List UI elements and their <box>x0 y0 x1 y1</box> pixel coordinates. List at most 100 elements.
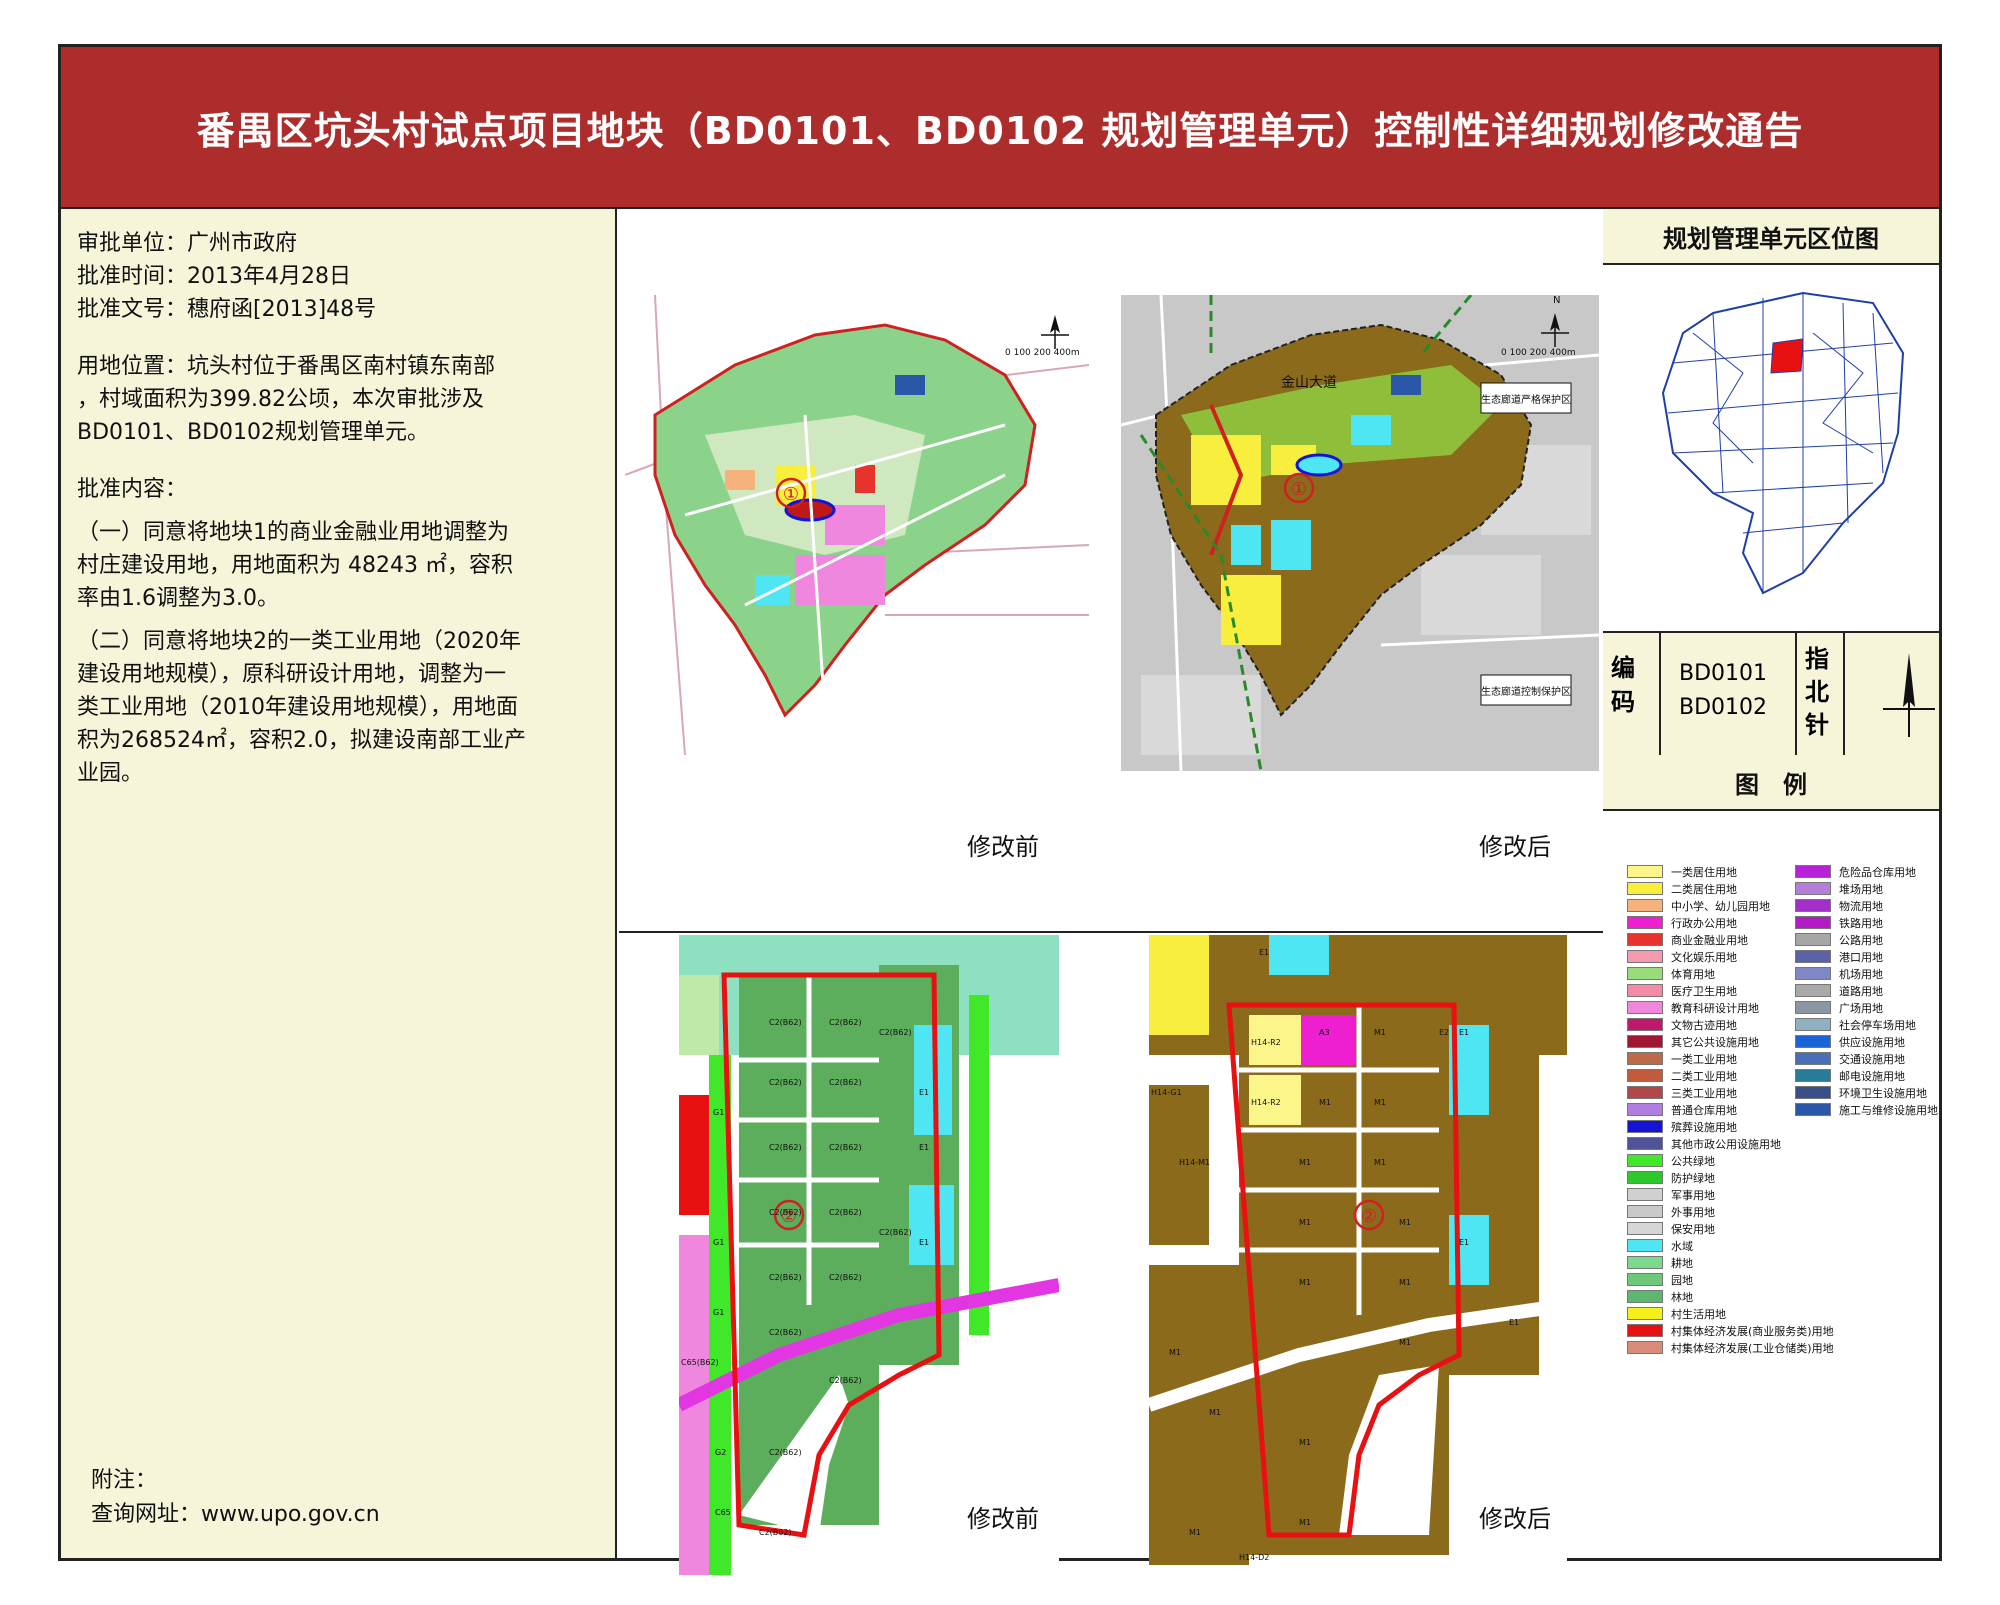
legend-label: 林地 <box>1671 1290 1693 1304</box>
legend-label: 二类工业用地 <box>1671 1069 1737 1083</box>
land-code: C2(B62) <box>829 1143 862 1152</box>
legend-label: 体育用地 <box>1671 967 1715 981</box>
land-code: H14-R2 <box>1251 1038 1281 1047</box>
zone-label-control: 生态廊道控制保护区 <box>1481 685 1571 698</box>
legend-label: 文物古迹用地 <box>1671 1018 1737 1032</box>
land-code: C2(B62) <box>879 1028 912 1037</box>
legend-item: 道路用地 <box>1795 983 1883 998</box>
legend-item: 外事用地 <box>1627 1204 1715 1219</box>
land-code: C2(B62) <box>829 1208 862 1217</box>
legend-swatch <box>1795 933 1831 946</box>
legend-item: 商业金融业用地 <box>1627 932 1748 947</box>
item2-line: 业园。 <box>77 761 144 786</box>
legend-item: 一类居住用地 <box>1627 864 1737 879</box>
legend-label: 商业金融业用地 <box>1671 933 1748 947</box>
legend-label: 村生活用地 <box>1671 1307 1726 1321</box>
legend-item: 公路用地 <box>1795 932 1883 947</box>
legend-swatch <box>1627 1222 1663 1235</box>
legend-item: 港口用地 <box>1795 949 1883 964</box>
legend-swatch <box>1627 1154 1663 1167</box>
land-code: M1 <box>1319 1098 1331 1107</box>
legend-label: 水域 <box>1671 1239 1693 1253</box>
land-code: C2(B62) <box>769 1143 802 1152</box>
land-code: C2(B62) <box>769 1448 802 1457</box>
legend-label: 广场用地 <box>1839 1001 1883 1015</box>
legend-label: 保安用地 <box>1671 1222 1715 1236</box>
legend-item: 二类工业用地 <box>1627 1068 1737 1083</box>
legend-swatch <box>1627 1069 1663 1082</box>
legend-item: 交通设施用地 <box>1795 1051 1905 1066</box>
caption-after-bottom: 修改后 <box>1479 1505 1551 1533</box>
caption-before-bottom: 修改前 <box>967 1505 1039 1533</box>
land-code: M1 <box>1299 1218 1311 1227</box>
legend-label: 堆场用地 <box>1839 882 1883 896</box>
legend-swatch <box>1795 984 1831 997</box>
land-code: A3 <box>1319 1028 1330 1037</box>
unit-highlight <box>1770 338 1804 374</box>
legend-swatch <box>1627 984 1663 997</box>
legend-swatch <box>1627 1137 1663 1150</box>
legend-item: 防护绿地 <box>1627 1170 1715 1185</box>
legend-swatch <box>1627 1052 1663 1065</box>
legend-swatch <box>1627 1324 1663 1337</box>
plot2-map-before: ② C2(B62) C2(B62) C2(B62) C2(B62) C2(B62… <box>679 935 1059 1575</box>
land-code: C65(B62) <box>681 1358 719 1367</box>
legend-item: 邮电设施用地 <box>1795 1068 1905 1083</box>
document-number: 批准文号：穗府函[2013]48号 <box>77 297 377 322</box>
legend-item: 医疗卫生用地 <box>1627 983 1737 998</box>
overview-map-after: 金山大道 生态廊道严格保护区 生态廊道控制保护区 ① N 0 100 200 4… <box>1121 295 1599 771</box>
scale-label: 0 100 200 400m <box>1501 348 1576 358</box>
location-map-title: 规划管理单元区位图 <box>1603 209 1939 265</box>
legend-label: 邮电设施用地 <box>1839 1069 1905 1083</box>
land-code: C2(B62) <box>829 1018 862 1027</box>
legend-item: 其他市政公用设施用地 <box>1627 1136 1781 1151</box>
legend-swatch <box>1627 1086 1663 1099</box>
code-label: 编码 <box>1611 654 1635 716</box>
legend-label: 铁路用地 <box>1839 916 1883 930</box>
legend-label: 道路用地 <box>1839 984 1883 998</box>
legend-swatch <box>1795 1035 1831 1048</box>
legend-label: 机场用地 <box>1839 967 1883 981</box>
legend-label: 港口用地 <box>1839 950 1883 964</box>
legend-label: 教育科研设计用地 <box>1671 1001 1759 1015</box>
land-code: H14-G1 <box>1151 1088 1182 1097</box>
legend-label: 社会停车场用地 <box>1839 1018 1916 1032</box>
legend-label: 文化娱乐用地 <box>1671 950 1737 964</box>
legend-item: 广场用地 <box>1795 1000 1883 1015</box>
legend-label: 殡葬设施用地 <box>1671 1120 1737 1134</box>
legend-title: 图 例 <box>1603 755 1939 811</box>
legend-swatch <box>1795 950 1831 963</box>
overview-map-before: ① 0 100 200 400m <box>625 295 1089 755</box>
legend-label: 交通设施用地 <box>1839 1052 1905 1066</box>
legend-item: 文化娱乐用地 <box>1627 949 1737 964</box>
note-url: 查询网址：www.upo.gov.cn <box>91 1502 380 1527</box>
legend-item: 社会停车场用地 <box>1795 1017 1916 1032</box>
land-code: E2 <box>1439 1028 1449 1037</box>
legend-item: 村集体经济发展(商业服务类)用地 <box>1627 1323 1834 1338</box>
legend-label: 园地 <box>1671 1273 1693 1287</box>
land-code: M1 <box>1399 1278 1411 1287</box>
legend-label: 供应设施用地 <box>1839 1035 1905 1049</box>
land-code: M1 <box>1189 1528 1201 1537</box>
legend-label: 三类工业用地 <box>1671 1086 1737 1100</box>
land-code: E1 <box>1259 948 1269 957</box>
land-code: C2(B62) <box>769 1328 802 1337</box>
legend-label: 其它公共设施用地 <box>1671 1035 1759 1049</box>
land-code: H14-R2 <box>1251 1098 1281 1107</box>
item1-line: 村庄建设用地，用地面积为 48243 ㎡，容积 <box>77 553 513 578</box>
land-code: C2(B62) <box>829 1078 862 1087</box>
caption-before-top: 修改前 <box>967 833 1039 861</box>
legend-item: 一类工业用地 <box>1627 1051 1737 1066</box>
legend-item: 林地 <box>1627 1289 1693 1304</box>
legend-swatch <box>1795 1103 1831 1116</box>
legend-swatch <box>1627 1290 1663 1303</box>
legend-swatch <box>1627 967 1663 980</box>
legend-item: 村生活用地 <box>1627 1306 1726 1321</box>
land-code: C2(B62) <box>829 1273 862 1282</box>
legend-swatch <box>1795 967 1831 980</box>
north-compass-icon <box>1883 653 1935 737</box>
item2-line: （二）同意将地块2的一类工业用地（2020年 <box>77 629 521 654</box>
location-map <box>1653 273 1923 613</box>
north-label: N <box>1553 295 1560 306</box>
legend-swatch <box>1627 916 1663 929</box>
